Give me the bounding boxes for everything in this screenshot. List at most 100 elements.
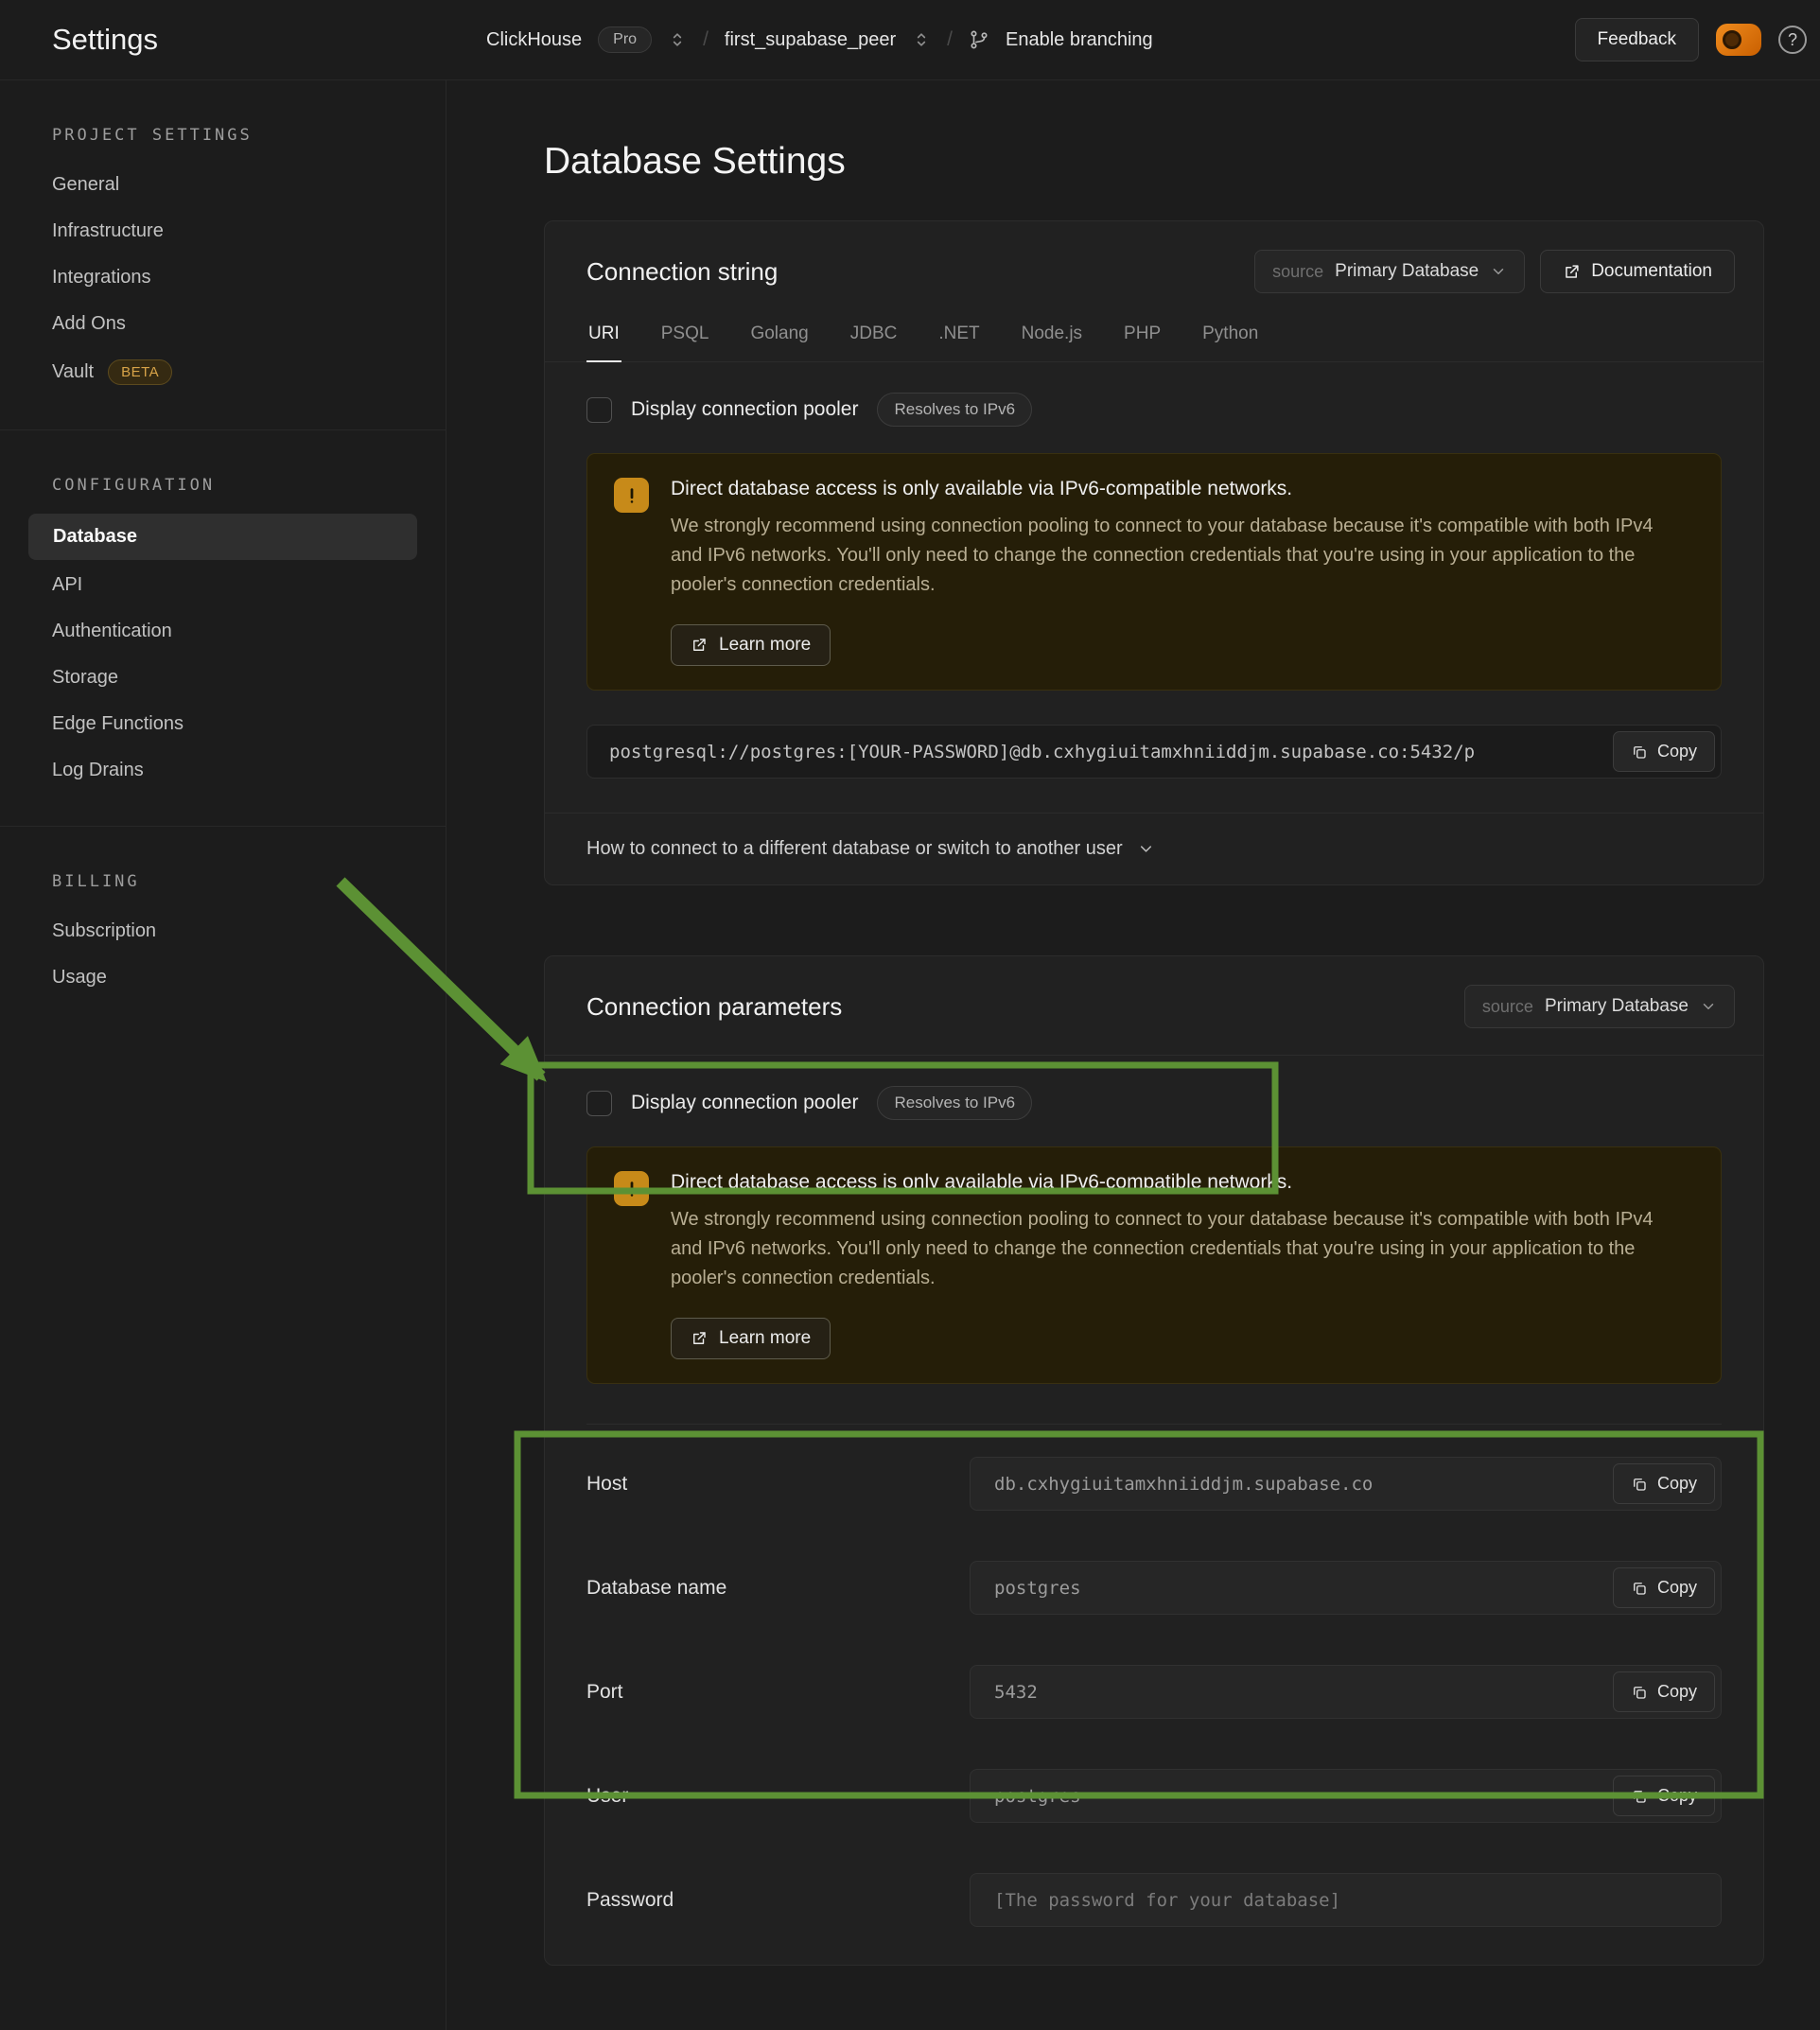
avatar-glyph bbox=[1723, 30, 1741, 49]
sidebar-item-label: Subscription bbox=[52, 920, 156, 942]
copy-button-label: Copy bbox=[1657, 1474, 1697, 1494]
field-input-wrap: 5432 Copy bbox=[970, 1665, 1722, 1719]
port-input[interactable]: 5432 bbox=[970, 1665, 1722, 1719]
connection-uri-input[interactable]: postgresql://postgres:[YOUR-PASSWORD]@db… bbox=[586, 725, 1722, 779]
connection-help-label: How to connect to a different database o… bbox=[586, 838, 1123, 860]
tab-uri[interactable]: URI bbox=[586, 318, 621, 362]
connection-string-tabs: URI PSQL Golang JDBC .NET Node.js PHP Py… bbox=[545, 318, 1763, 362]
breadcrumb-project[interactable]: first_supabase_peer bbox=[725, 29, 896, 51]
tab-php[interactable]: PHP bbox=[1122, 318, 1163, 362]
project-selector-icon[interactable] bbox=[912, 30, 931, 49]
sidebar-item-integrations[interactable]: Integrations bbox=[0, 254, 446, 301]
database-name-input[interactable]: postgres bbox=[970, 1561, 1722, 1615]
sidebar-item-label: Integrations bbox=[52, 267, 151, 289]
help-icon[interactable]: ? bbox=[1778, 26, 1807, 54]
tab-psql[interactable]: PSQL bbox=[659, 318, 711, 362]
help-icon-glyph: ? bbox=[1788, 30, 1797, 50]
chevron-down-icon bbox=[1700, 998, 1717, 1015]
copy-button-label: Copy bbox=[1657, 1578, 1697, 1598]
field-label: Password bbox=[586, 1889, 970, 1912]
display-connection-pooler-checkbox[interactable] bbox=[586, 1091, 612, 1116]
sidebar-item-label: Usage bbox=[52, 967, 107, 989]
connection-help-link[interactable]: How to connect to a different database o… bbox=[545, 813, 1763, 884]
feedback-button[interactable]: Feedback bbox=[1575, 18, 1699, 61]
copy-database-name-button[interactable]: Copy bbox=[1613, 1567, 1715, 1608]
source-select-value: Primary Database bbox=[1545, 996, 1689, 1017]
tab-golang[interactable]: Golang bbox=[748, 318, 810, 362]
alert-title: Direct database access is only available… bbox=[671, 478, 1673, 500]
field-input-wrap: postgres Copy bbox=[970, 1769, 1722, 1823]
sidebar-section-project-settings: PROJECT SETTINGS General Infrastructure … bbox=[0, 80, 446, 429]
learn-more-button[interactable]: Learn more bbox=[671, 1318, 831, 1359]
sidebar-item-vault[interactable]: Vault BETA bbox=[0, 347, 446, 397]
field-row-user: User postgres Copy bbox=[586, 1769, 1722, 1823]
sidebar-item-log-drains[interactable]: Log Drains bbox=[0, 747, 446, 794]
ipv6-badge: Resolves to IPv6 bbox=[877, 1086, 1032, 1120]
password-input[interactable]: [The password for your database] bbox=[970, 1873, 1722, 1927]
org-plan-badge: Pro bbox=[598, 26, 652, 53]
page-header-title: Settings bbox=[52, 23, 446, 57]
tab-jdbc[interactable]: JDBC bbox=[849, 318, 900, 362]
copy-icon bbox=[1631, 1580, 1648, 1597]
sidebar-item-authentication[interactable]: Authentication bbox=[0, 608, 446, 655]
copy-uri-button[interactable]: Copy bbox=[1613, 731, 1715, 772]
org-selector-icon[interactable] bbox=[668, 30, 687, 49]
card-title: Connection parameters bbox=[586, 992, 842, 1022]
sidebar-item-storage[interactable]: Storage bbox=[0, 655, 446, 701]
documentation-button[interactable]: Documentation bbox=[1540, 250, 1735, 293]
warning-icon bbox=[614, 1171, 649, 1206]
learn-more-label: Learn more bbox=[719, 635, 811, 656]
field-label: User bbox=[586, 1785, 970, 1808]
learn-more-label: Learn more bbox=[719, 1328, 811, 1349]
tab-python[interactable]: Python bbox=[1200, 318, 1260, 362]
host-input[interactable]: db.cxhygiuitamxhniiddjm.supabase.co bbox=[970, 1457, 1722, 1511]
connection-string-card: Connection string source Primary Databas… bbox=[544, 220, 1764, 885]
user-input[interactable]: postgres bbox=[970, 1769, 1722, 1823]
copy-host-button[interactable]: Copy bbox=[1613, 1463, 1715, 1504]
alert-content: Direct database access is only available… bbox=[671, 478, 1673, 666]
alert-body: We strongly recommend using connection p… bbox=[671, 1205, 1673, 1293]
tab-nodejs[interactable]: Node.js bbox=[1020, 318, 1084, 362]
card-title: Connection string bbox=[586, 257, 778, 287]
learn-more-button[interactable]: Learn more bbox=[671, 624, 831, 666]
field-row-password: Password [The password for your database… bbox=[586, 1873, 1722, 1927]
sidebar-item-label: Infrastructure bbox=[52, 220, 164, 242]
alert-content: Direct database access is only available… bbox=[671, 1171, 1673, 1359]
copy-port-button[interactable]: Copy bbox=[1613, 1671, 1715, 1712]
sidebar-item-general[interactable]: General bbox=[0, 162, 446, 208]
sidebar-item-label: Database bbox=[53, 526, 137, 548]
display-connection-pooler-checkbox[interactable] bbox=[586, 397, 612, 423]
source-select[interactable]: source Primary Database bbox=[1254, 250, 1525, 293]
copy-icon bbox=[1631, 744, 1648, 761]
sidebar-item-label: Authentication bbox=[52, 621, 172, 642]
field-row-host: Host db.cxhygiuitamxhniiddjm.supabase.co… bbox=[586, 1457, 1722, 1511]
sidebar-item-api[interactable]: API bbox=[0, 562, 446, 608]
copy-button-label: Copy bbox=[1657, 742, 1697, 761]
sidebar-item-usage[interactable]: Usage bbox=[0, 954, 446, 1001]
source-select-prefix: source bbox=[1272, 262, 1323, 282]
sidebar-section-billing: BILLING Subscription Usage bbox=[0, 826, 446, 1033]
source-select[interactable]: source Primary Database bbox=[1464, 985, 1735, 1028]
header-left: Settings bbox=[0, 23, 446, 57]
account-avatar[interactable] bbox=[1716, 24, 1761, 56]
breadcrumb-separator: / bbox=[947, 28, 953, 51]
pooler-label: Display connection pooler bbox=[631, 398, 858, 421]
copy-user-button[interactable]: Copy bbox=[1613, 1776, 1715, 1816]
tab-dotnet[interactable]: .NET bbox=[936, 318, 981, 362]
sidebar-item-subscription[interactable]: Subscription bbox=[0, 908, 446, 954]
breadcrumb-org[interactable]: ClickHouse bbox=[486, 29, 582, 51]
ipv6-alert: Direct database access is only available… bbox=[586, 453, 1722, 691]
enable-branching-button[interactable]: Enable branching bbox=[1006, 29, 1153, 51]
sidebar-item-add-ons[interactable]: Add Ons bbox=[0, 301, 446, 347]
sidebar-item-edge-functions[interactable]: Edge Functions bbox=[0, 701, 446, 747]
sidebar-item-database[interactable]: Database bbox=[28, 514, 417, 560]
chevron-down-icon bbox=[1490, 263, 1507, 280]
sidebar-item-label: API bbox=[52, 574, 82, 596]
connection-string-header: Connection string source Primary Databas… bbox=[545, 221, 1763, 293]
source-select-prefix: source bbox=[1482, 997, 1533, 1017]
sidebar-section-configuration: CONFIGURATION Database API Authenticatio… bbox=[0, 429, 446, 826]
sidebar-item-infrastructure[interactable]: Infrastructure bbox=[0, 208, 446, 254]
breadcrumb-separator: / bbox=[703, 28, 709, 51]
sidebar-item-label: General bbox=[52, 174, 119, 196]
pooler-row: Display connection pooler Resolves to IP… bbox=[586, 393, 1722, 427]
